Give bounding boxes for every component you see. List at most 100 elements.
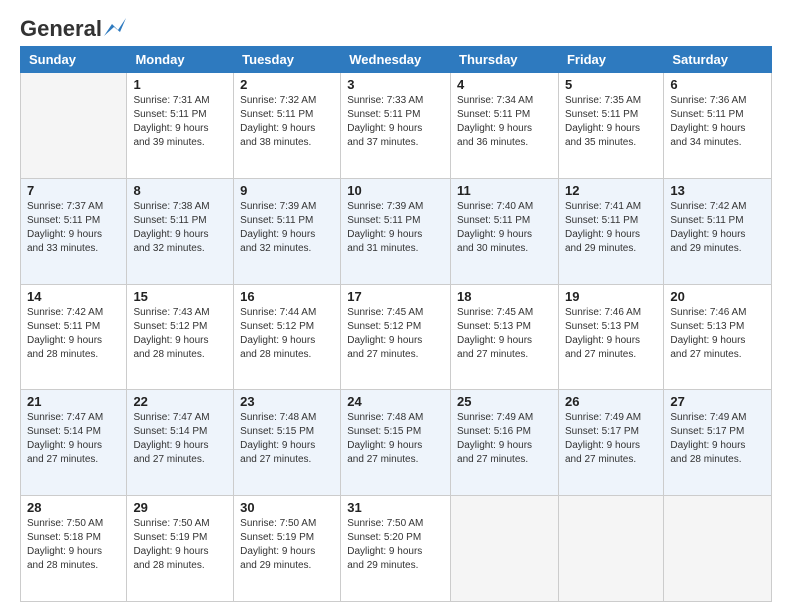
col-header-tuesday: Tuesday [234,47,341,73]
day-number: 10 [347,183,444,198]
calendar-cell: 5Sunrise: 7:35 AM Sunset: 5:11 PM Daylig… [558,73,663,179]
day-info: Sunrise: 7:50 AM Sunset: 5:18 PM Dayligh… [27,517,120,573]
day-info: Sunrise: 7:45 AM Sunset: 5:13 PM Dayligh… [457,306,552,362]
day-info: Sunrise: 7:40 AM Sunset: 5:11 PM Dayligh… [457,200,552,256]
day-info: Sunrise: 7:48 AM Sunset: 5:15 PM Dayligh… [347,411,444,467]
day-info: Sunrise: 7:35 AM Sunset: 5:11 PM Dayligh… [565,94,657,150]
day-info: Sunrise: 7:31 AM Sunset: 5:11 PM Dayligh… [133,94,227,150]
day-number: 19 [565,289,657,304]
calendar-cell [21,73,127,179]
day-number: 1 [133,77,227,92]
day-number: 20 [670,289,765,304]
calendar-cell: 30Sunrise: 7:50 AM Sunset: 5:19 PM Dayli… [234,496,341,602]
day-info: Sunrise: 7:42 AM Sunset: 5:11 PM Dayligh… [27,306,120,362]
day-info: Sunrise: 7:33 AM Sunset: 5:11 PM Dayligh… [347,94,444,150]
col-header-thursday: Thursday [451,47,559,73]
day-number: 2 [240,77,334,92]
day-number: 8 [133,183,227,198]
day-number: 29 [133,500,227,515]
day-number: 7 [27,183,120,198]
week-row-0: 1 Sunrise: 7:31 AM Sunset: 5:11 PM Daylig… [21,73,772,179]
calendar-cell: 29 Sunrise: 7:50 AM Sunset: 5:19 PM Dayli… [127,496,234,602]
day-info: Sunrise: 7:50 AM Sunset: 5:19 PM Dayligh… [133,517,227,573]
day-info: Sunrise: 7:36 AM Sunset: 5:11 PM Dayligh… [670,94,765,150]
calendar-table: SundayMondayTuesdayWednesdayThursdayFrid… [20,46,772,602]
day-number: 27 [670,394,765,409]
day-number: 26 [565,394,657,409]
day-info: Sunrise: 7:34 AM Sunset: 5:11 PM Dayligh… [457,94,552,150]
logo-bird-icon [104,18,126,36]
calendar-cell: 3 Sunrise: 7:33 AM Sunset: 5:11 PM Daylig… [341,73,451,179]
week-row-4: 28 Sunrise: 7:50 AM Sunset: 5:18 PM Dayli… [21,496,772,602]
week-row-3: 21 Sunrise: 7:47 AM Sunset: 5:14 PM Dayli… [21,390,772,496]
logo-general: General [20,16,102,42]
calendar-cell [664,496,772,602]
calendar-cell: 26 Sunrise: 7:49 AM Sunset: 5:17 PM Dayli… [558,390,663,496]
day-info: Sunrise: 7:32 AM Sunset: 5:11 PM Dayligh… [240,94,334,150]
calendar-cell: 6Sunrise: 7:36 AM Sunset: 5:11 PM Daylig… [664,73,772,179]
day-info: Sunrise: 7:48 AM Sunset: 5:15 PM Dayligh… [240,411,334,467]
calendar-cell: 4Sunrise: 7:34 AM Sunset: 5:11 PM Daylig… [451,73,559,179]
day-info: Sunrise: 7:38 AM Sunset: 5:11 PM Dayligh… [133,200,227,256]
day-number: 11 [457,183,552,198]
day-info: Sunrise: 7:50 AM Sunset: 5:20 PM Dayligh… [347,517,444,573]
day-number: 17 [347,289,444,304]
day-info: Sunrise: 7:46 AM Sunset: 5:13 PM Dayligh… [670,306,765,362]
day-info: Sunrise: 7:39 AM Sunset: 5:11 PM Dayligh… [240,200,334,256]
day-number: 16 [240,289,334,304]
calendar-cell: 27 Sunrise: 7:49 AM Sunset: 5:17 PM Dayli… [664,390,772,496]
calendar-cell: 19Sunrise: 7:46 AM Sunset: 5:13 PM Dayli… [558,284,663,390]
calendar-cell: 7 Sunrise: 7:37 AM Sunset: 5:11 PM Daylig… [21,178,127,284]
page: General SundayMondayTuesdayWednesdayThur… [0,0,792,612]
calendar-header-row: SundayMondayTuesdayWednesdayThursdayFrid… [21,47,772,73]
calendar-cell: 24 Sunrise: 7:48 AM Sunset: 5:15 PM Dayli… [341,390,451,496]
calendar-cell: 21 Sunrise: 7:47 AM Sunset: 5:14 PM Dayli… [21,390,127,496]
day-number: 28 [27,500,120,515]
day-number: 15 [133,289,227,304]
calendar-cell: 28 Sunrise: 7:50 AM Sunset: 5:18 PM Dayli… [21,496,127,602]
calendar-cell: 20 Sunrise: 7:46 AM Sunset: 5:13 PM Dayli… [664,284,772,390]
day-info: Sunrise: 7:49 AM Sunset: 5:17 PM Dayligh… [565,411,657,467]
day-info: Sunrise: 7:45 AM Sunset: 5:12 PM Dayligh… [347,306,444,362]
calendar-cell: 12Sunrise: 7:41 AM Sunset: 5:11 PM Dayli… [558,178,663,284]
day-number: 18 [457,289,552,304]
calendar-cell: 13Sunrise: 7:42 AM Sunset: 5:11 PM Dayli… [664,178,772,284]
day-info: Sunrise: 7:49 AM Sunset: 5:17 PM Dayligh… [670,411,765,467]
day-info: Sunrise: 7:42 AM Sunset: 5:11 PM Dayligh… [670,200,765,256]
day-info: Sunrise: 7:43 AM Sunset: 5:12 PM Dayligh… [133,306,227,362]
day-number: 3 [347,77,444,92]
day-number: 31 [347,500,444,515]
logo: General [20,16,126,36]
day-number: 9 [240,183,334,198]
day-info: Sunrise: 7:41 AM Sunset: 5:11 PM Dayligh… [565,200,657,256]
day-info: Sunrise: 7:49 AM Sunset: 5:16 PM Dayligh… [457,411,552,467]
day-info: Sunrise: 7:39 AM Sunset: 5:11 PM Dayligh… [347,200,444,256]
calendar-cell [558,496,663,602]
calendar-cell: 16 Sunrise: 7:44 AM Sunset: 5:12 PM Dayli… [234,284,341,390]
day-number: 25 [457,394,552,409]
col-header-friday: Friday [558,47,663,73]
day-number: 24 [347,394,444,409]
calendar-cell: 25 Sunrise: 7:49 AM Sunset: 5:16 PM Dayli… [451,390,559,496]
calendar-cell: 22 Sunrise: 7:47 AM Sunset: 5:14 PM Dayli… [127,390,234,496]
day-info: Sunrise: 7:47 AM Sunset: 5:14 PM Dayligh… [27,411,120,467]
calendar-cell: 1 Sunrise: 7:31 AM Sunset: 5:11 PM Daylig… [127,73,234,179]
day-number: 14 [27,289,120,304]
day-info: Sunrise: 7:44 AM Sunset: 5:12 PM Dayligh… [240,306,334,362]
day-number: 22 [133,394,227,409]
week-row-2: 14 Sunrise: 7:42 AM Sunset: 5:11 PM Dayli… [21,284,772,390]
week-row-1: 7 Sunrise: 7:37 AM Sunset: 5:11 PM Daylig… [21,178,772,284]
day-info: Sunrise: 7:37 AM Sunset: 5:11 PM Dayligh… [27,200,120,256]
header: General [20,16,772,36]
day-info: Sunrise: 7:50 AM Sunset: 5:19 PM Dayligh… [240,517,334,573]
calendar-cell [451,496,559,602]
col-header-saturday: Saturday [664,47,772,73]
day-info: Sunrise: 7:47 AM Sunset: 5:14 PM Dayligh… [133,411,227,467]
calendar-cell: 18 Sunrise: 7:45 AM Sunset: 5:13 PM Dayli… [451,284,559,390]
calendar-cell: 15 Sunrise: 7:43 AM Sunset: 5:12 PM Dayli… [127,284,234,390]
calendar-cell: 2 Sunrise: 7:32 AM Sunset: 5:11 PM Daylig… [234,73,341,179]
calendar-cell: 8 Sunrise: 7:38 AM Sunset: 5:11 PM Daylig… [127,178,234,284]
col-header-monday: Monday [127,47,234,73]
calendar-cell: 10 Sunrise: 7:39 AM Sunset: 5:11 PM Dayli… [341,178,451,284]
day-number: 21 [27,394,120,409]
